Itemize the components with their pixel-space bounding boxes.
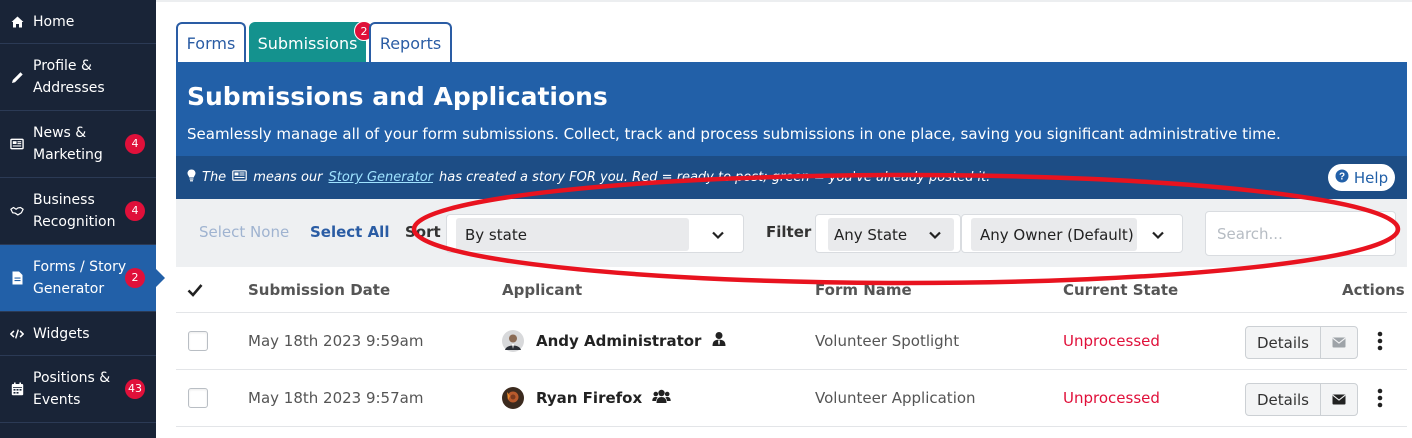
sort-select[interactable]: By state	[446, 214, 744, 253]
current-state: Unprocessed	[1063, 332, 1160, 350]
column-header-actions: Actions	[1342, 281, 1405, 299]
envelope-icon[interactable]	[1321, 327, 1357, 358]
column-header-form-name[interactable]: Form Name	[815, 281, 912, 299]
code-icon	[10, 327, 24, 341]
filter-label: Filter	[766, 223, 812, 241]
sidebar-item-positions-events[interactable]: Positions & Events 43	[0, 356, 156, 423]
state-filter-select[interactable]: Any State	[815, 214, 961, 253]
applicant-cell: Andy Administrator	[502, 330, 727, 352]
sidebar-item-business-recognition[interactable]: Business Recognition 4	[0, 178, 156, 245]
users-icon	[652, 389, 671, 408]
select-all-button[interactable]: Select All	[310, 223, 389, 241]
tip-the: The	[202, 170, 227, 185]
select-none-button[interactable]: Select None	[199, 223, 289, 241]
newspaper-icon	[232, 170, 247, 185]
sidebar-item-profile[interactable]: Profile & Addresses	[0, 44, 156, 111]
chevron-down-icon	[711, 227, 725, 241]
applicant-cell: Ryan Firefox	[502, 387, 671, 409]
sort-label: Sort	[405, 223, 441, 241]
sidebar-item-label: Profile & Addresses	[33, 58, 105, 96]
applicant-name[interactable]: Ryan Firefox	[536, 389, 642, 407]
more-options-icon[interactable]	[1374, 329, 1386, 353]
form-name: Volunteer Application	[815, 389, 976, 407]
tip-means: means our	[253, 170, 323, 185]
tab-submissions[interactable]: Submissions 2	[249, 21, 374, 63]
question-circle-icon: ?	[1335, 169, 1349, 187]
details-button[interactable]: Details	[1246, 384, 1321, 415]
chevron-down-icon	[928, 227, 942, 241]
sort-value: By state	[456, 218, 689, 251]
more-options-icon[interactable]	[1374, 386, 1386, 410]
current-state: Unprocessed	[1063, 389, 1160, 407]
notification-badge: 4	[125, 201, 145, 221]
row-checkbox[interactable]	[188, 331, 208, 351]
tab-forms[interactable]: Forms	[176, 22, 246, 63]
tip-bar: The means our Story Generator has create…	[176, 156, 1407, 199]
page-title: Submissions and Applications	[187, 82, 608, 111]
column-header-applicant[interactable]: Applicant	[502, 281, 582, 299]
details-button-group: Details	[1245, 326, 1358, 359]
help-button[interactable]: ? Help	[1328, 164, 1395, 191]
tip-rest: has created a story FOR you. Red = ready…	[439, 170, 991, 185]
row-checkbox[interactable]	[188, 388, 208, 408]
search-input[interactable]	[1205, 211, 1396, 256]
sidebar-item-label: Home	[33, 13, 75, 30]
tab-label: Reports	[379, 34, 442, 53]
chevron-down-icon	[1151, 227, 1165, 241]
tab-label: Forms	[186, 34, 236, 53]
tab-reports[interactable]: Reports	[369, 22, 452, 63]
sidebar-item-home[interactable]: Home	[0, 0, 156, 44]
sidebar-item-news[interactable]: News & Marketing 4	[0, 111, 156, 178]
submission-date: May 18th 2023 9:59am	[248, 332, 424, 350]
pencil-icon	[10, 70, 24, 84]
sidebar-item-widgets[interactable]: Widgets	[0, 312, 156, 356]
top-divider	[156, 0, 1412, 2]
svg-text:?: ?	[1339, 171, 1345, 182]
avatar	[502, 387, 524, 409]
lightbulb-icon	[187, 169, 196, 186]
document-icon	[10, 271, 24, 285]
owner-filter-value: Any Owner (Default)	[971, 218, 1137, 251]
user-tie-icon	[711, 331, 727, 351]
column-header-submission-date[interactable]: Submission Date	[248, 281, 390, 299]
avatar	[502, 330, 524, 352]
tip-text: The means our Story Generator has create…	[187, 169, 990, 186]
submission-date: May 18th 2023 9:57am	[248, 389, 424, 407]
owner-filter-select[interactable]: Any Owner (Default)	[961, 214, 1183, 253]
checkmark-icon[interactable]	[187, 282, 203, 301]
page-description: Seamlessly manage all of your form submi…	[187, 125, 1281, 143]
table-header: Submission Date Applicant Form Name Curr…	[176, 267, 1407, 313]
tab-label: Submissions	[257, 34, 358, 53]
home-icon	[10, 15, 24, 29]
applicant-name[interactable]: Andy Administrator	[536, 332, 701, 350]
story-generator-link[interactable]: Story Generator	[329, 170, 434, 185]
newspaper-icon	[10, 137, 24, 151]
notification-badge: 43	[125, 379, 145, 399]
form-name: Volunteer Spotlight	[815, 332, 960, 350]
details-button[interactable]: Details	[1246, 327, 1321, 358]
sidebar-item-label: Widgets	[33, 325, 90, 342]
help-label: Help	[1353, 168, 1389, 187]
handshake-icon	[10, 204, 24, 218]
column-header-current-state[interactable]: Current State	[1063, 281, 1178, 299]
notification-badge: 4	[125, 134, 145, 154]
sidebar-item-forms-story-generator[interactable]: Forms / Story Generator 2	[0, 245, 165, 312]
sidebar: Home Profile & Addresses News & Marketin…	[0, 0, 165, 438]
details-button-group: Details	[1245, 383, 1358, 416]
table-row[interactable]: May 18th 2023 9:57am Ryan Firefox Volunt…	[176, 370, 1407, 427]
notification-badge: 2	[125, 268, 145, 288]
table-row[interactable]: May 18th 2023 9:59am Andy Administrator …	[176, 313, 1407, 370]
envelope-icon[interactable]	[1321, 384, 1357, 415]
calendar-icon	[10, 382, 24, 396]
page-header: Submissions and Applications Seamlessly …	[176, 62, 1407, 156]
